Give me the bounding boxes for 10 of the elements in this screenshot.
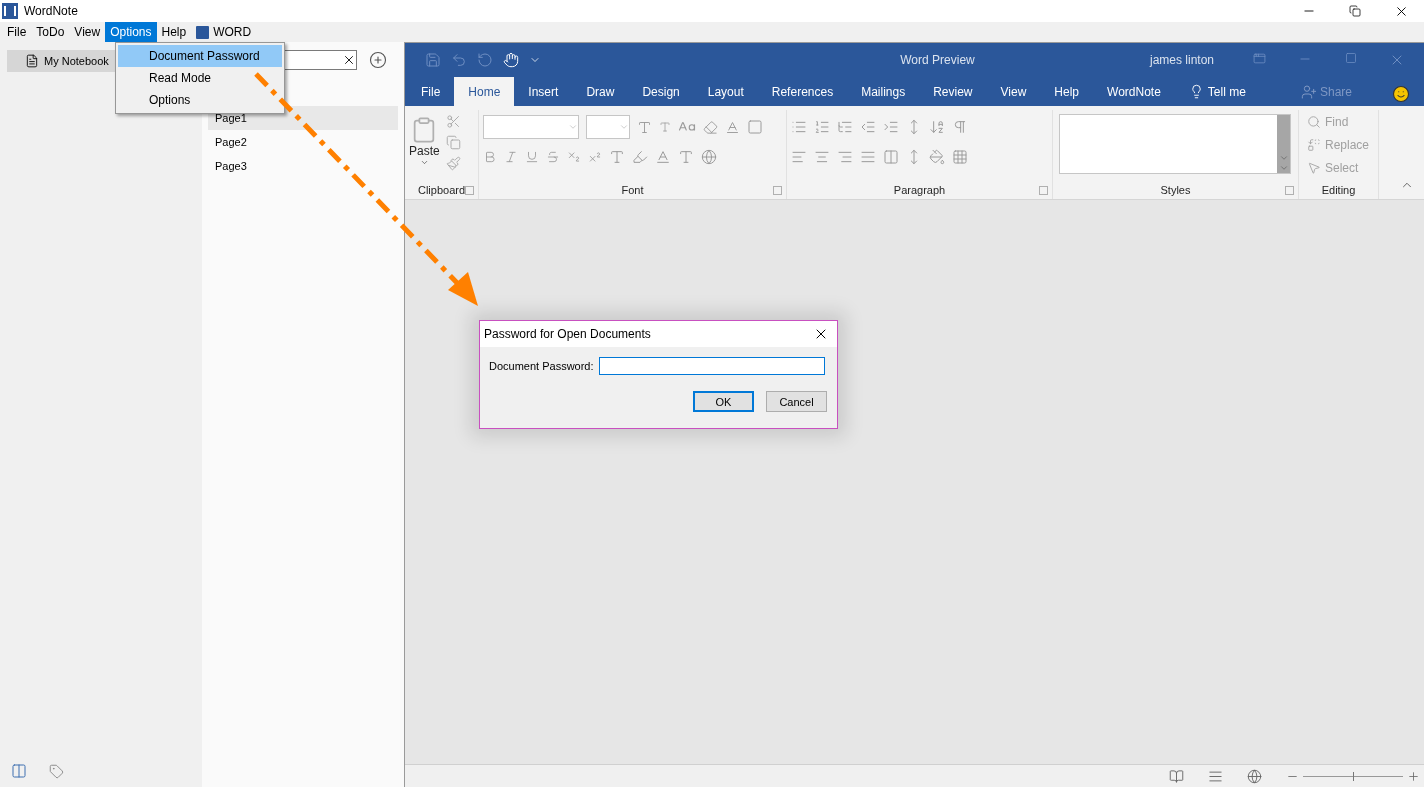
window-title: WordNote (24, 4, 79, 18)
group-label: Clipboard (417, 184, 466, 196)
group-label: Font (621, 184, 644, 196)
group-label: Styles (1160, 184, 1191, 196)
group-label: Editing (1321, 184, 1356, 196)
field-label: Document Password: (489, 360, 594, 372)
user-name: james linton (1149, 53, 1214, 67)
dialog-title: Password for Open Documents (484, 327, 652, 341)
window-title: Word Preview (899, 53, 976, 67)
group-label: Paragraph (893, 184, 946, 196)
